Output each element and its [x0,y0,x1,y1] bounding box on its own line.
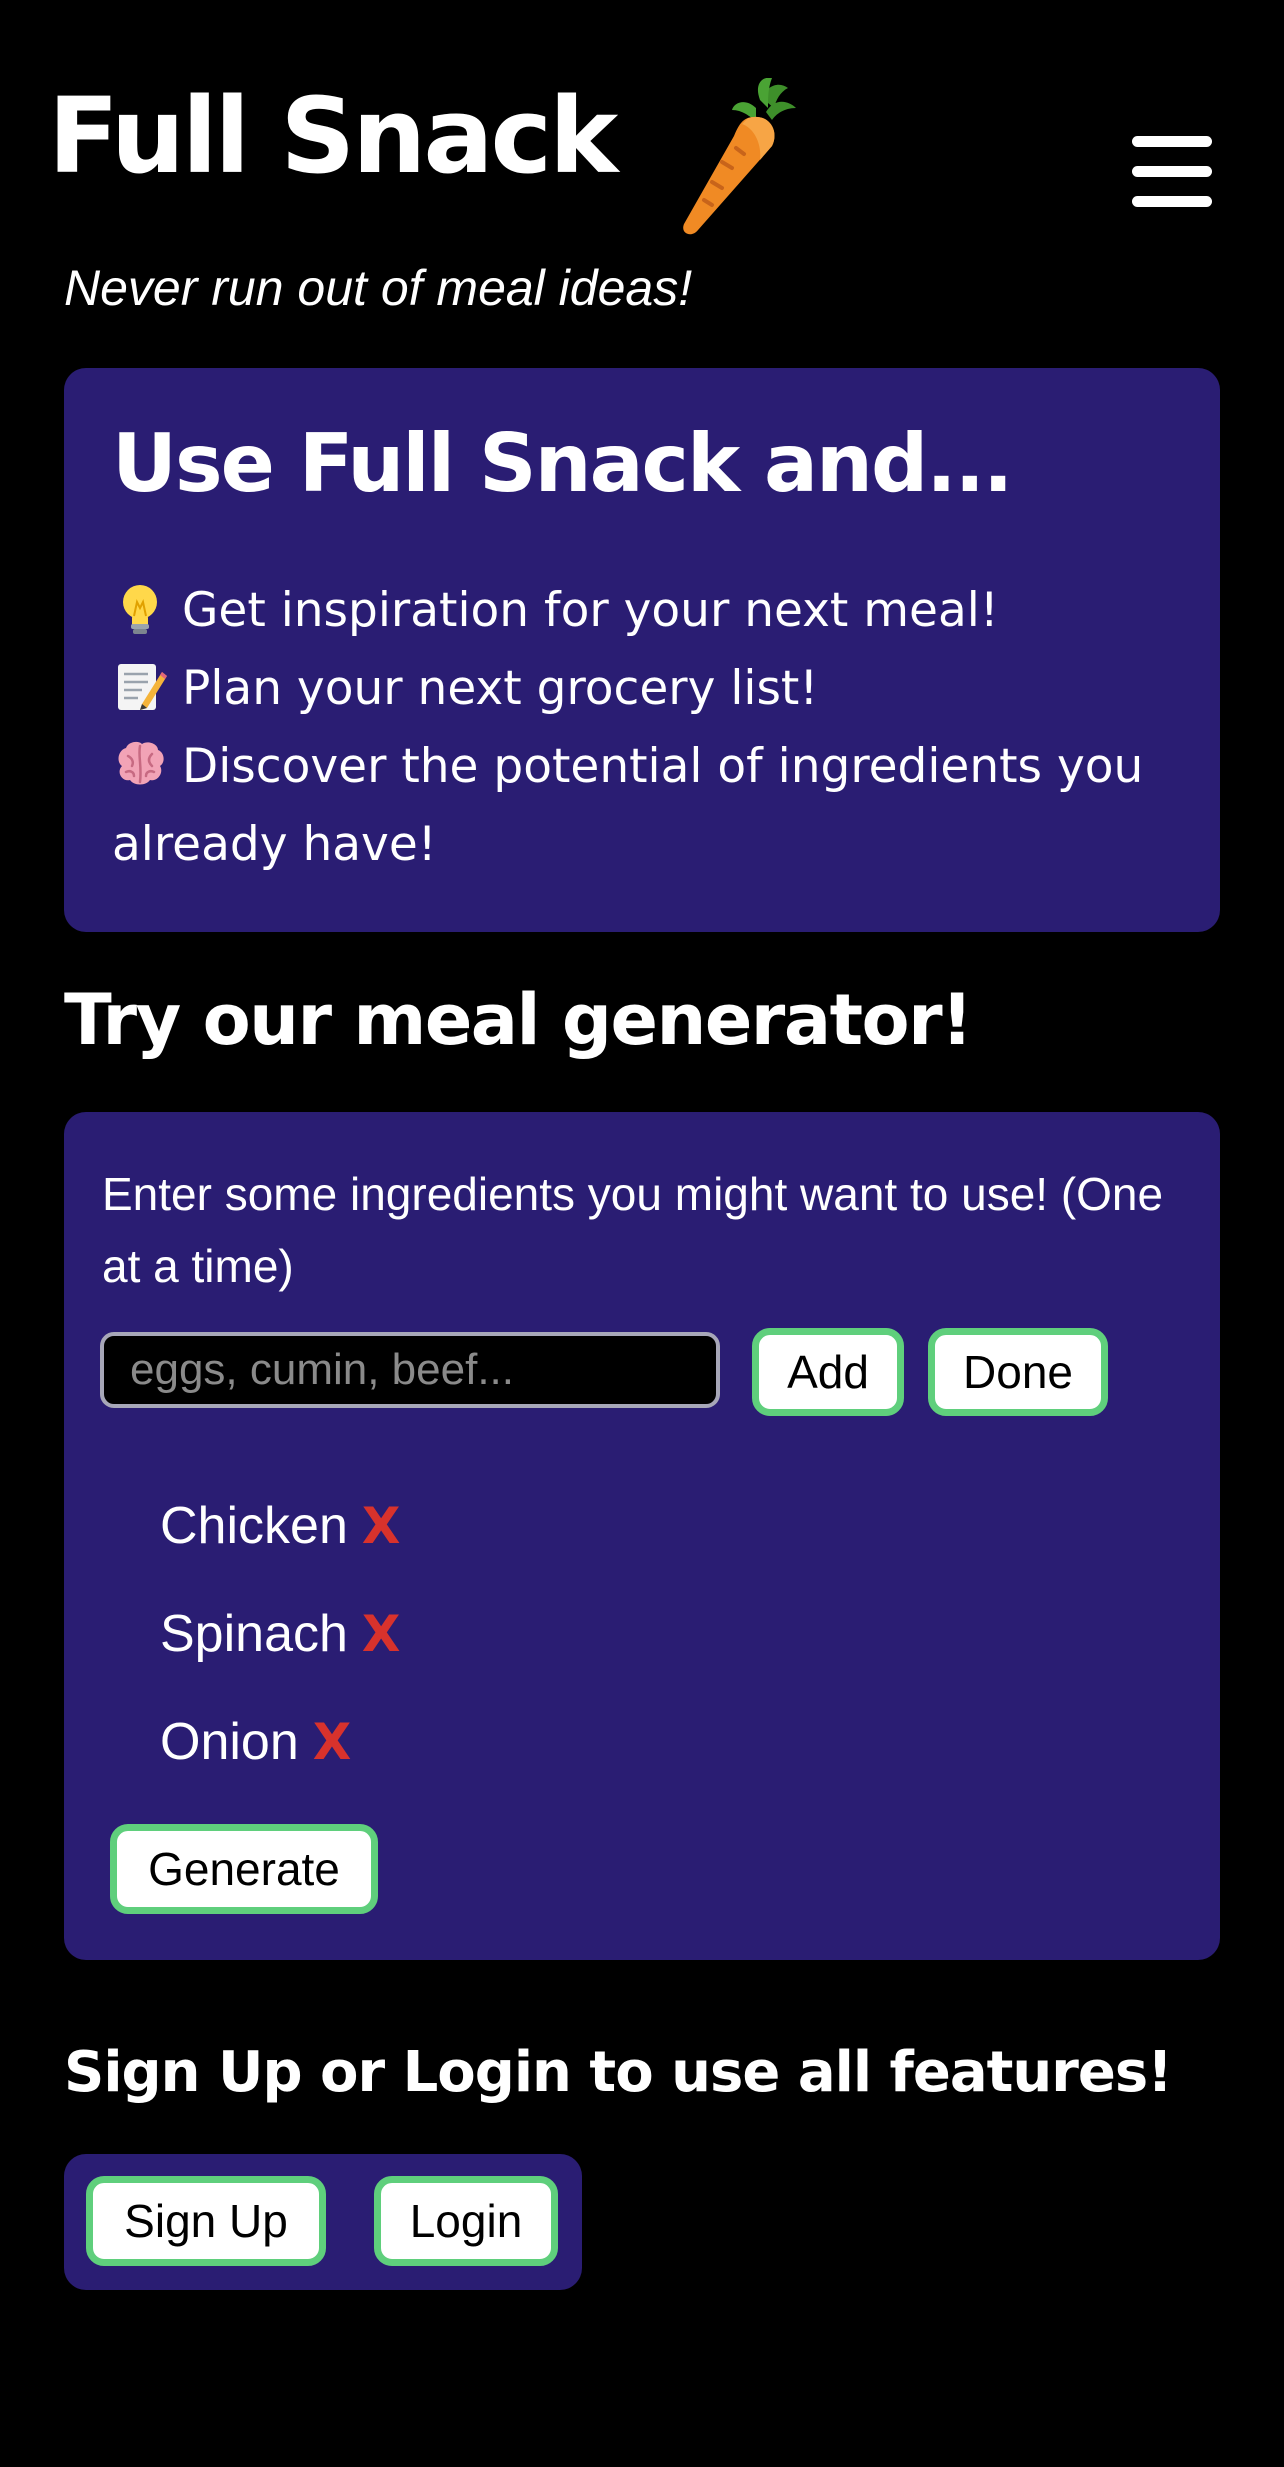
auth-panel: Sign Up Login [64,2154,582,2290]
carrot-icon [683,78,796,235]
auth-heading: Sign Up or Login to use all features! [64,2040,1173,2105]
add-button[interactable]: Add [752,1328,904,1416]
remove-ingredient-button[interactable]: X [362,1497,401,1555]
feature-item: Plan your next grocery list! [112,650,1182,728]
memo-icon [118,664,167,710]
intro-heading: Use Full Snack and... [112,417,1013,510]
feature-item: Get inspiration for your next meal! [112,572,1182,650]
remove-ingredient-button[interactable]: X [313,1713,352,1771]
meal-generator-panel: Enter some ingredients you might want to… [64,1112,1220,1960]
tagline: Never run out of meal ideas! [64,260,693,316]
done-button[interactable]: Done [928,1328,1108,1416]
intro-panel: Use Full Snack and... Get inspiration fo… [64,368,1220,932]
ingredient-item: Spinach X [160,1580,400,1688]
ingredient-item: Chicken X [160,1472,400,1580]
feature-item: Discover the potential of ingredients yo… [112,728,1182,884]
sign-up-button[interactable]: Sign Up [86,2176,326,2266]
hamburger-menu-icon[interactable] [1132,136,1212,208]
app-header: Full Snack Never run out of meal ideas! [0,0,1284,316]
remove-ingredient-button[interactable]: X [362,1605,401,1663]
ingredient-name: Spinach [160,1605,348,1663]
ingredient-list: Chicken X Spinach X Onion X [160,1472,400,1796]
ingredient-input[interactable] [100,1332,720,1408]
feature-text: Discover the potential of ingredients yo… [112,739,1144,872]
feature-text: Plan your next grocery list! [182,661,819,716]
app-title: Full Snack [48,75,618,197]
brain-icon [118,741,164,785]
ingredient-name: Chicken [160,1497,348,1555]
login-button[interactable]: Login [374,2176,558,2266]
generator-instructions: Enter some ingredients you might want to… [102,1168,1164,1292]
generate-button[interactable]: Generate [110,1824,378,1914]
feature-list: Get inspiration for your next meal! Plan… [112,572,1182,884]
lightbulb-icon [123,585,157,634]
generator-heading: Try our meal generator! [64,979,973,1061]
feature-text: Get inspiration for your next meal! [182,583,999,638]
ingredient-item: Onion X [160,1688,400,1796]
ingredient-name: Onion [160,1713,299,1771]
